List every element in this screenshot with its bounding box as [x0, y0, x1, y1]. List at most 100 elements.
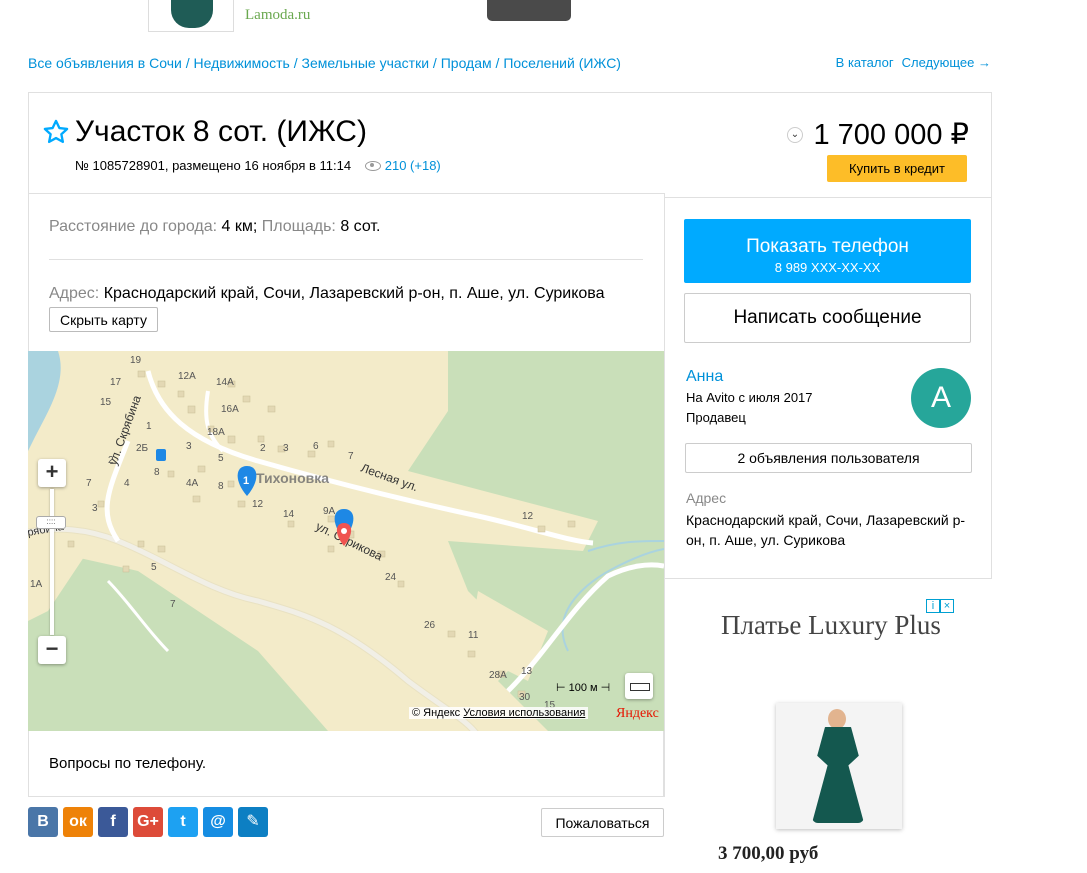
listing-meta: № 1085728901, размещено 16 ноября в 11:1…: [75, 158, 441, 173]
svg-text:28А: 28А: [489, 670, 507, 681]
svg-text:24: 24: [385, 572, 397, 583]
seller-ads-button[interactable]: 2 объявления пользователя: [685, 443, 972, 473]
yandex-logo[interactable]: Яндекс: [616, 706, 659, 722]
svg-text:1: 1: [243, 475, 249, 487]
svg-text:3: 3: [92, 503, 98, 514]
model-head: [828, 709, 846, 729]
svg-text:19: 19: [130, 355, 142, 366]
show-phone-label: Показать телефон: [746, 236, 909, 257]
listing-params: Расстояние до города: 4 км; Площадь: 8 с…: [49, 218, 380, 236]
map-village-label: Тихоновка: [256, 470, 329, 486]
svg-text:8: 8: [154, 467, 160, 478]
zoom-slider[interactable]: [50, 489, 54, 635]
svg-text:12: 12: [252, 499, 264, 510]
contact-address-value: Краснодарский край, Сочи, Лазаревский р-…: [686, 512, 966, 548]
map-canvas[interactable]: 1912А14А 171516А 18А12Б 352 3 67 84А 8 473…: [28, 351, 664, 731]
complain-button[interactable]: Пожаловаться: [541, 808, 664, 837]
svg-text:6: 6: [313, 441, 319, 452]
svg-text:4: 4: [124, 478, 130, 489]
divider: [664, 197, 992, 198]
distance-label: Расстояние до города:: [49, 218, 218, 235]
show-phone-button[interactable]: Показать телефон 8 989 XXX-XX-XX: [684, 219, 971, 283]
eye-icon: [364, 161, 381, 171]
breadcrumb-separator: /: [491, 55, 504, 71]
title-row: Участок 8 сот. (ИЖС) № 1085728901, разме…: [29, 93, 991, 193]
map-scale-value: 100 м: [568, 682, 598, 694]
contact-address-label: Адрес: [686, 490, 727, 506]
zoom-in-button[interactable]: +: [38, 459, 66, 487]
svg-text:30: 30: [519, 692, 531, 703]
area-value: 8 сот.: [340, 218, 381, 235]
share-buttons: В ок f G+ t @ ✎: [28, 807, 268, 837]
top-ad-image[interactable]: [148, 0, 234, 32]
close-icon[interactable]: ×: [940, 599, 954, 613]
vk-icon[interactable]: В: [28, 807, 58, 837]
svg-text:14: 14: [283, 509, 295, 520]
price: 1 700 000 ₽: [813, 119, 969, 151]
svg-text:1А: 1А: [30, 579, 43, 590]
zoom-slider-handle[interactable]: ::::: [36, 516, 66, 529]
distance-value: 4 км;: [221, 218, 258, 235]
area-label: Площадь:: [261, 218, 336, 235]
top-ad-brand[interactable]: Lamoda.ru: [245, 7, 310, 24]
svg-text:14А: 14А: [216, 377, 234, 388]
hide-map-button[interactable]: Скрыть карту: [49, 307, 158, 332]
google-plus-icon[interactable]: G+: [133, 807, 163, 837]
dress-image: [812, 727, 864, 823]
svg-text:5: 5: [151, 562, 157, 573]
svg-text:7: 7: [348, 451, 354, 462]
map-copyright-text: © Яндекс: [412, 707, 461, 719]
svg-text:26: 26: [424, 620, 436, 631]
breadcrumb-item[interactable]: Поселений (ИЖС): [503, 55, 621, 71]
breadcrumb-item[interactable]: Недвижимость: [193, 55, 289, 71]
breadcrumb-item[interactable]: Земельные участки: [301, 55, 429, 71]
ad-price[interactable]: 3 700,00 руб: [718, 843, 818, 865]
svg-text:4А: 4А: [186, 478, 199, 489]
breadcrumb-separator: /: [289, 55, 302, 71]
views-counter[interactable]: 210 (+18): [364, 158, 441, 173]
map-scale: ⊢ 100 м ⊣: [556, 682, 611, 694]
livejournal-icon[interactable]: ✎: [238, 807, 268, 837]
favorite-star-icon[interactable]: [42, 118, 70, 146]
map[interactable]: 19 12А 14А 17 15 16А 18А 1 2Б 352 367 8 4А 8 473…: [28, 351, 664, 731]
seller-name-link[interactable]: Анна: [686, 368, 723, 386]
avatar[interactable]: А: [911, 368, 971, 428]
map-copyright: © Яндекс Условия использования: [409, 707, 589, 719]
ad-title[interactable]: Платье Luxury Plus: [721, 607, 941, 644]
ad-image[interactable]: [776, 703, 902, 829]
svg-text:8: 8: [218, 481, 224, 492]
map-terms-link[interactable]: Условия использования: [463, 707, 585, 719]
svg-text:9А: 9А: [323, 506, 336, 517]
top-dark-tab[interactable]: [487, 0, 571, 21]
odnoklassniki-icon[interactable]: ок: [63, 807, 93, 837]
address-label: Адрес:: [49, 285, 100, 302]
svg-text:12: 12: [522, 511, 534, 522]
buy-on-credit-button[interactable]: Купить в кредит: [827, 155, 967, 182]
breadcrumb: Все объявления в Сочи / Недвижимость / З…: [28, 55, 621, 71]
svg-text:3: 3: [186, 441, 192, 452]
divider: [49, 259, 643, 260]
ruler-icon[interactable]: [625, 673, 653, 699]
catalog-nav: В каталог Следующее →: [828, 55, 991, 70]
listing-title: Участок 8 сот. (ИЖС): [75, 115, 367, 148]
breadcrumb-item[interactable]: Продам: [441, 55, 492, 71]
svg-text:18А: 18А: [207, 427, 225, 438]
listing-address: Адрес: Краснодарский край, Сочи, Лазарев…: [49, 285, 605, 303]
zoom-out-button[interactable]: −: [38, 636, 66, 664]
chevron-down-icon[interactable]: ⌄: [787, 127, 803, 143]
seller-role: Продавец: [686, 410, 746, 425]
svg-text:12А: 12А: [178, 371, 196, 382]
twitter-icon[interactable]: t: [168, 807, 198, 837]
catalog-link[interactable]: В каталог: [836, 55, 894, 70]
write-message-button[interactable]: Написать сообщение: [684, 293, 971, 343]
next-link[interactable]: Следующее →: [902, 55, 991, 70]
mail-ru-icon[interactable]: @: [203, 807, 233, 837]
listing-number-date: № 1085728901, размещено 16 ноября в 11:1…: [75, 158, 352, 173]
svg-text:2Б: 2Б: [136, 443, 149, 454]
breadcrumb-item[interactable]: Все объявления в Сочи: [28, 55, 182, 71]
svg-text:7: 7: [86, 478, 92, 489]
facebook-icon[interactable]: f: [98, 807, 128, 837]
listing-description: Вопросы по телефону.: [49, 755, 207, 772]
svg-text:15: 15: [100, 397, 112, 408]
views-count: 210 (+18): [384, 158, 441, 173]
